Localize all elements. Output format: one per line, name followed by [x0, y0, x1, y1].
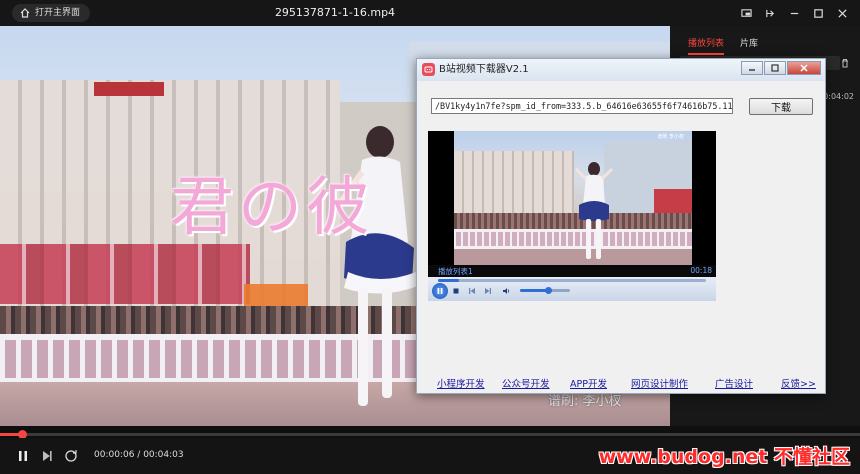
preview-crowd [454, 213, 692, 229]
preview-stop-button[interactable] [450, 285, 462, 297]
dialog-maximize-button[interactable] [764, 61, 786, 75]
preview-ground [454, 249, 692, 265]
video-storefront [0, 244, 250, 304]
preview-controls [428, 277, 716, 301]
maximize-icon [771, 64, 779, 72]
pin-icon[interactable] [758, 0, 782, 26]
link-app-dev[interactable]: APP开发 [570, 376, 607, 390]
preview-time: 00:18 [690, 266, 712, 275]
preview-storefront [654, 189, 692, 215]
preview-pause-button[interactable] [432, 283, 448, 299]
preview-building [454, 151, 574, 215]
total-time: 00:04:03 [143, 450, 184, 460]
preview-volume-button[interactable] [500, 285, 512, 297]
preview-prev-button[interactable] [466, 285, 478, 297]
link-mini-program[interactable]: 小程序开发 [437, 376, 485, 390]
loop-mode-button[interactable] [62, 447, 80, 465]
close-icon [800, 64, 808, 72]
pause-icon [19, 451, 27, 461]
preview-seek-bar[interactable] [438, 279, 706, 282]
stop-icon [453, 288, 459, 294]
playlist-tabs: 播放列表 片库 [688, 36, 758, 55]
video-url-input[interactable]: /BV1ky4y1n7fe?spm_id_from=333.5.b_64616e… [431, 98, 733, 114]
previous-icon [469, 288, 475, 294]
preview-volume-slider[interactable] [520, 287, 570, 294]
minimize-icon[interactable] [782, 0, 806, 26]
link-feedback[interactable]: 反馈>> [781, 376, 816, 390]
preview-volume-handle[interactable] [544, 287, 552, 294]
pause-icon [437, 288, 443, 294]
playlist-item-duration: 0:04:02 [823, 92, 854, 101]
downloader-dialog: B站视频下载器V2.1 /BV1ky4y1n7fe?spm_id_from=33… [416, 58, 826, 394]
minimize-icon [749, 69, 755, 71]
maximize-icon[interactable] [806, 0, 830, 26]
preview-fence [454, 229, 692, 249]
video-preview: 谱刷 李小杈 播放列表1 00:18 [428, 131, 716, 301]
dialog-window-controls [741, 61, 821, 75]
dialog-title: B站视频下载器V2.1 [439, 64, 529, 75]
time-separator: / [134, 450, 144, 460]
current-time: 00:00:06 [94, 450, 135, 460]
volume-icon [503, 288, 510, 294]
dialog-titlebar[interactable]: B站视频下载器V2.1 [417, 59, 825, 81]
link-ad-design[interactable]: 广告设计 [715, 376, 753, 390]
preview-frame[interactable]: 谱刷 李小杈 [454, 131, 692, 265]
playback-time: 00:00:06 / 00:04:03 [94, 450, 184, 460]
tab-library[interactable]: 片库 [740, 36, 758, 55]
pause-button[interactable] [14, 447, 32, 465]
next-icon [485, 288, 491, 294]
preview-overlay-text: 谱刷 李小杈 [657, 134, 684, 140]
preview-next-button[interactable] [482, 285, 494, 297]
player-controls: 00:00:06 / 00:04:03 www.budog.net 不懂社区 [0, 438, 860, 474]
next-icon [43, 451, 52, 461]
site-watermark: www.budog.net 不懂社区 [598, 446, 850, 468]
preview-playlist-label: 播放列表1 [438, 267, 473, 276]
bilibili-app-icon [422, 63, 435, 76]
dialog-minimize-button[interactable] [741, 61, 763, 75]
dialog-close-button[interactable] [787, 61, 821, 75]
seek-bar[interactable] [0, 430, 860, 439]
video-overlay-title: 君の彼 [170, 171, 374, 245]
screen-mode-icon[interactable] [734, 0, 758, 26]
link-web-design[interactable]: 网页设计制作 [631, 376, 688, 390]
dialog-footer-links: 小程序开发 公众号开发 APP开发 网页设计制作 广告设计 反馈>> [417, 376, 825, 390]
next-button[interactable] [38, 447, 56, 465]
download-button[interactable]: 下载 [749, 98, 813, 115]
video-store-sign [94, 82, 164, 96]
link-official-account[interactable]: 公众号开发 [502, 376, 550, 390]
loop-icon [65, 450, 77, 462]
preview-dancer [574, 162, 614, 259]
tab-playlist[interactable]: 播放列表 [688, 36, 725, 55]
preview-status-bar: 播放列表1 00:18 [428, 265, 716, 277]
window-controls [734, 0, 854, 26]
file-title: 295137871-1-16.mp4 [274, 6, 396, 19]
preview-volume-fill [520, 289, 548, 292]
preview-seek-fill [438, 279, 460, 282]
close-icon[interactable] [830, 0, 854, 26]
trash-icon[interactable] [840, 58, 850, 71]
player-titlebar: 打开主界面 295137871-1-16.mp4 [0, 0, 860, 26]
